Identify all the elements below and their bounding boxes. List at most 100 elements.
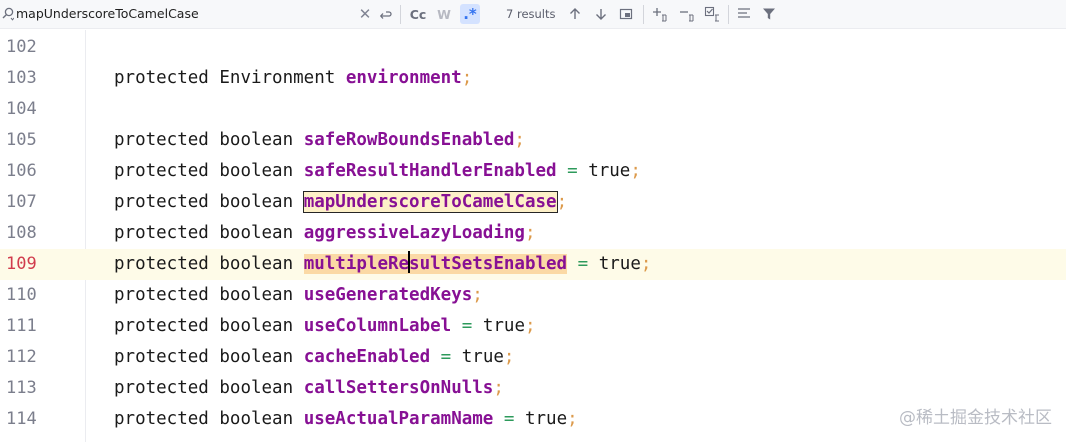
filter-lines-icon[interactable] (736, 4, 754, 24)
line-number: 114 (6, 409, 37, 429)
code-line[interactable]: 106 protected boolean safeResultHandlerE… (0, 156, 1066, 187)
keyword: protected (114, 285, 209, 305)
field-name: safeResultHandlerEnabled (303, 161, 557, 181)
semicolon: ; (514, 130, 525, 150)
literal: true (524, 409, 568, 429)
type: boolean (219, 316, 294, 336)
field-name: safeRowBoundsEnabled (303, 130, 515, 150)
find-bar: mapUnderscoreToCamelCase ✕ Cc W .* 7 res… (0, 0, 1066, 29)
match-case-button[interactable]: Cc (407, 4, 429, 24)
literal: true (482, 316, 525, 336)
semicolon: ; (630, 161, 641, 181)
toolbar-separator (643, 5, 644, 24)
remove-selection-icon[interactable] (678, 4, 698, 24)
field-name-part: sultSetsEnabled (409, 254, 568, 274)
field-name: environment (345, 68, 462, 88)
toolbar-separator (400, 5, 401, 24)
field-name: cacheEnabled (303, 347, 431, 367)
semicolon: ; (525, 316, 536, 336)
select-all-icon[interactable] (703, 4, 723, 24)
code-line[interactable]: 107 protected boolean mapUnderscoreToCam… (0, 187, 1066, 218)
field-name: callSettersOnNulls (303, 378, 494, 398)
line-number: 107 (6, 192, 37, 212)
type: boolean (219, 161, 294, 181)
arrow-up-icon[interactable] (566, 4, 584, 24)
assign-operator: = (440, 347, 452, 367)
semicolon: ; (640, 254, 652, 274)
arrow-down-icon[interactable] (592, 4, 610, 24)
regex-button[interactable]: .* (460, 4, 480, 24)
code-line[interactable]: 110 protected boolean useGeneratedKeys; (0, 280, 1066, 311)
line-number: 103 (6, 68, 37, 88)
keyword: protected (114, 161, 209, 181)
line-number: 112 (6, 347, 37, 367)
semicolon: ; (472, 285, 483, 305)
semicolon: ; (493, 378, 504, 398)
literal: true (461, 347, 504, 367)
type: boolean (219, 192, 294, 212)
funnel-icon[interactable] (760, 4, 778, 24)
code-editor[interactable]: 102 103 protected Environment environmen… (0, 30, 1066, 442)
code-line[interactable]: 102 (0, 32, 1066, 63)
field-name: useColumnLabel (303, 316, 452, 336)
search-match-highlight: mapUnderscoreToCamelCase (302, 191, 558, 213)
watermark: @稀土掘金技术社区 (899, 408, 1052, 428)
semicolon: ; (503, 347, 515, 367)
search-input[interactable]: mapUnderscoreToCamelCase (16, 6, 199, 21)
literal: true (588, 161, 631, 181)
close-icon[interactable]: ✕ (357, 4, 373, 24)
keyword: protected (114, 378, 209, 398)
keyword: protected (114, 347, 209, 367)
assign-operator: = (577, 254, 589, 274)
line-number: 106 (6, 161, 37, 181)
field-name: useActualParamName (303, 409, 494, 429)
assign-operator: = (567, 161, 578, 181)
type: boolean (219, 378, 294, 398)
line-number: 104 (6, 99, 37, 119)
type: boolean (219, 347, 294, 367)
literal: true (598, 254, 641, 274)
type: boolean (219, 130, 294, 150)
type: boolean (219, 223, 294, 243)
assign-operator: = (503, 409, 515, 429)
keyword: protected (114, 223, 209, 243)
line-number: 110 (6, 285, 37, 305)
keyword: protected (114, 192, 209, 212)
code-line[interactable]: 112 protected boolean cacheEnabled = tru… (0, 342, 1066, 373)
type: Environment (219, 68, 336, 88)
assign-operator: = (461, 316, 473, 336)
type: boolean (219, 409, 294, 429)
line-number: 102 (6, 37, 37, 57)
code-line[interactable]: 113 protected boolean callSettersOnNulls… (0, 373, 1066, 404)
keyword: protected (114, 130, 209, 150)
select-occurrence-icon[interactable] (617, 4, 635, 24)
keyword: protected (114, 409, 209, 429)
code-line[interactable]: 104 (0, 94, 1066, 125)
code-line[interactable]: 103 protected Environment environment; (0, 63, 1066, 94)
code-line[interactable]: 105 protected boolean safeRowBoundsEnabl… (0, 125, 1066, 156)
field-name: useGeneratedKeys (303, 285, 473, 305)
type: boolean (219, 285, 294, 305)
search-icon[interactable] (2, 7, 14, 21)
toolbar-separator (728, 5, 729, 24)
keyword: protected (114, 254, 209, 274)
keyword: protected (114, 316, 209, 336)
line-number: 109 (6, 254, 37, 274)
field-name: aggressiveLazyLoading (303, 223, 525, 243)
add-selection-icon[interactable] (651, 4, 671, 24)
code-line-current[interactable]: 109 protected boolean multipleResultSets… (0, 249, 1066, 280)
line-number: 113 (6, 378, 37, 398)
code-line[interactable]: 108 protected boolean aggressiveLazyLoad… (0, 218, 1066, 249)
line-number: 108 (6, 223, 37, 243)
results-count: 7 results (506, 7, 556, 21)
semicolon: ; (461, 68, 473, 88)
semicolon: ; (567, 409, 578, 429)
field-name-part: multipleRe (303, 254, 410, 274)
whole-words-button[interactable]: W (434, 4, 454, 24)
type: boolean (219, 254, 294, 274)
code-line[interactable]: 111 protected boolean useColumnLabel = t… (0, 311, 1066, 342)
line-number: 105 (6, 130, 37, 150)
newline-icon[interactable] (378, 4, 394, 24)
keyword: protected (114, 68, 209, 88)
semicolon: ; (524, 223, 536, 243)
